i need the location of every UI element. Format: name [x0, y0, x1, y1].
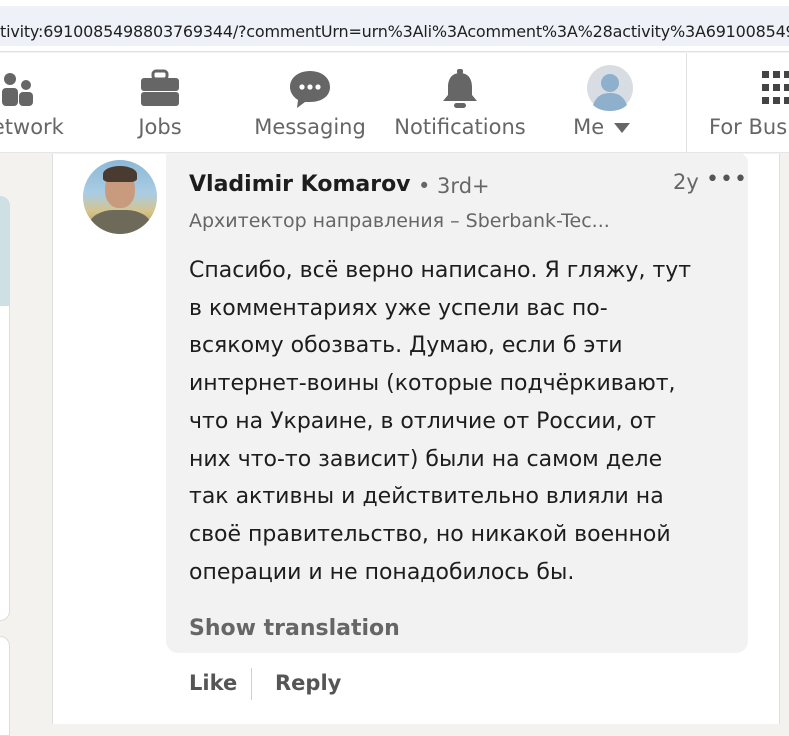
- avatar-hair: [103, 166, 137, 182]
- nav-label-me: Me: [552, 115, 652, 139]
- chat-icon: [289, 69, 331, 113]
- nav-item-jobs[interactable]: Jobs: [110, 53, 210, 153]
- comment-line: своё правительство, но никакой военной: [189, 521, 671, 547]
- avatar-shirt: [89, 210, 151, 234]
- author-headline: Архитектор направления – Sberbank-Tec...: [189, 210, 610, 232]
- caret-down-icon: [613, 123, 630, 133]
- reply-button[interactable]: Reply: [275, 671, 341, 695]
- left-sidebar-card-banner: [0, 196, 10, 306]
- me-label: Me: [573, 115, 605, 139]
- avatar: [587, 65, 633, 115]
- more-options-icon[interactable]: •••: [706, 167, 748, 192]
- nav-label-network: Network: [0, 115, 64, 139]
- comment-line: них что-то зависит) были на самом деле: [189, 446, 663, 472]
- nav-item-network[interactable]: Network: [0, 53, 80, 153]
- bell-icon: [440, 69, 480, 113]
- briefcase-icon: [140, 69, 180, 111]
- comment-line: всякому обозвать. Думаю, если б эти: [189, 333, 623, 359]
- action-divider: [251, 668, 252, 700]
- comment-timestamp: 2y: [673, 170, 699, 194]
- comment-line: Спасибо, всё верно написано. Я гляжу, ту…: [189, 258, 692, 283]
- nav-label-for-business: For Busi: [709, 115, 789, 139]
- nav-label-jobs: Jobs: [138, 115, 182, 139]
- url-text[interactable]: tivity:6910085498803769344/?commentUrn=u…: [0, 22, 789, 41]
- browser-url-bar: tivity:6910085498803769344/?commentUrn=u…: [0, 0, 789, 52]
- comment-text: Спасибо, всё верно написано. Я гляжу, ту…: [189, 252, 719, 591]
- commenter-avatar[interactable]: [83, 160, 157, 234]
- people-icon: [0, 69, 38, 113]
- comment-line: так активны и действительно влияли на: [189, 484, 664, 510]
- left-sidebar-card-2: [0, 636, 10, 736]
- comment-line: в комментариях уже успели вас по-: [189, 295, 608, 321]
- nav-item-me[interactable]: Me: [560, 53, 660, 153]
- connection-degree: • 3rd+: [418, 174, 490, 198]
- comment-author[interactable]: Vladimir Komarov: [189, 172, 411, 197]
- comment-line: что на Украине, в отличие от России, от: [189, 408, 656, 434]
- comment-line: операции и не понадобилось бы.: [189, 559, 575, 585]
- top-nav: Network Jobs Messaging: [0, 53, 789, 153]
- comment-line: интернет-воины (которые подчёркивают,: [189, 371, 676, 397]
- like-button[interactable]: Like: [189, 671, 237, 695]
- nav-item-messaging[interactable]: Messaging: [250, 53, 370, 153]
- nav-label-notifications: Notifications: [394, 115, 526, 139]
- grid-icon: [762, 69, 789, 113]
- nav-label-messaging: Messaging: [254, 115, 366, 139]
- address-bar[interactable]: tivity:6910085498803769344/?commentUrn=u…: [0, 6, 789, 46]
- nav-divider: [686, 53, 687, 153]
- nav-item-for-business[interactable]: For Busi: [700, 53, 789, 153]
- nav-item-notifications[interactable]: Notifications: [390, 53, 530, 153]
- show-translation-button[interactable]: Show translation: [189, 616, 400, 641]
